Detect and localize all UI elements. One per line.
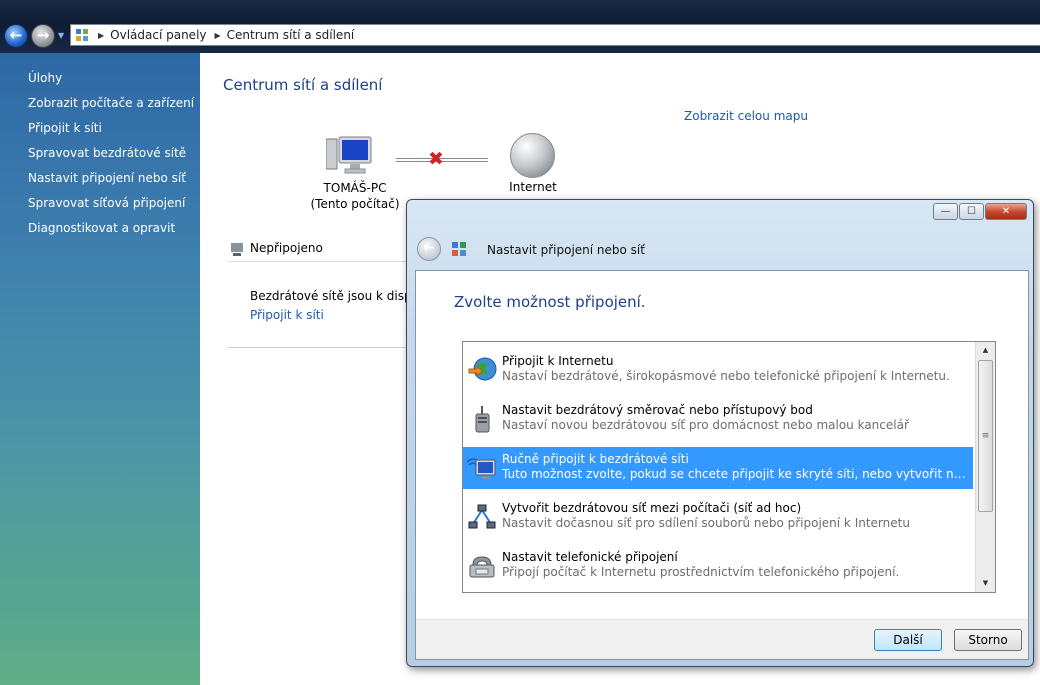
connection-options-list[interactable]: Připojit k Internetu Nastaví bezdrátové,… [462,341,996,593]
internet-globe-icon [510,133,555,178]
computer-name: TOMÁŠ-PC [323,181,387,195]
history-dropdown-icon[interactable]: ▼ [58,31,64,40]
option-title: Ručně připojit k bezdrátové síti [502,452,689,466]
option-dialup[interactable]: Nastavit telefonické připojení Připojí p… [463,545,973,587]
next-button[interactable]: Další [874,629,942,651]
task-manage-wireless[interactable]: Spravovat bezdrátové sítě [0,144,200,169]
phone-modem-icon [469,556,495,578]
breadcrumb-separator-icon[interactable]: ▶ [98,31,104,40]
network-status-icon [228,241,246,257]
wireless-monitor-icon [467,458,496,479]
dialog-back-button[interactable]: ← [417,237,441,261]
option-title: Nastavit bezdrátový směrovač nebo přístu… [502,403,813,417]
list-scrollbar[interactable]: ▲ ≡ ▼ [975,342,995,592]
address-bar[interactable]: ▶ Ovládací panely ▶ Centrum sítí a sdíle… [70,24,1040,46]
option-description: Tuto možnost zvolte, pokud se chcete při… [502,467,972,481]
computer-icon [326,136,372,174]
computer-label: TOMÁŠ-PC (Tento počítač) [300,180,410,212]
task-manage-connections[interactable]: Spravovat síťová připojení [0,194,200,219]
computer-subtitle: (Tento počítač) [310,197,400,211]
router-icon [475,406,490,433]
page-title: Centrum sítí a sdílení [223,76,383,94]
disconnected-x-icon[interactable]: ✖ [428,149,444,169]
control-panel-icon [74,27,90,43]
dialog-footer: Další Storno [416,619,1028,659]
scroll-down-icon[interactable]: ▼ [976,575,995,592]
setup-connection-dialog: — ☐ ✕ ← Nastavit připojení nebo síť Zvol… [406,199,1034,667]
task-pane: Úlohy Zobrazit počítače a zařízení Připo… [0,53,200,685]
task-view-computers[interactable]: Zobrazit počítače a zařízení [0,94,200,119]
close-button[interactable]: ✕ [985,203,1027,220]
task-connect-network[interactable]: Připojit k síti [0,119,200,144]
dialog-heading: Zvolte možnost připojení. [454,293,646,311]
option-title: Připojit k Internetu [502,354,614,368]
view-full-map-link[interactable]: Zobrazit celou mapu [684,109,808,123]
window-controls: — ☐ ✕ [932,203,1027,220]
option-connect-internet[interactable]: Připojit k Internetu Nastaví bezdrátové,… [463,349,973,391]
maximize-button[interactable]: ☐ [959,203,984,220]
back-button[interactable]: ← [4,24,28,48]
breadcrumb-control-panel[interactable]: Ovládací panely [110,28,206,42]
minimize-button[interactable]: — [933,203,958,220]
task-diagnose-repair[interactable]: Diagnostikovat a opravit [0,219,200,244]
option-adhoc-network[interactable]: Vytvořit bezdrátovou síť mezi počítači (… [463,496,973,538]
option-title: Vytvořit bezdrátovou síť mezi počítači (… [502,501,802,515]
cancel-button[interactable]: Storno [954,629,1022,651]
option-description: Nastavit dočasnou síť pro sdílení soubor… [502,516,910,530]
option-description: Připojí počítač k Internetu prostřednict… [502,565,900,579]
divider [228,347,408,348]
forward-button[interactable]: → [31,24,55,48]
address-toolbar: ← → ▼ ▶ Ovládací panely ▶ Centrum sítí a… [0,0,1040,53]
task-pane-heading: Úlohy [28,71,63,85]
option-setup-router[interactable]: Nastavit bezdrátový směrovač nebo přístu… [463,398,973,440]
internet-globe-icon [468,357,497,381]
connect-to-network-link[interactable]: Připojit k síti [250,308,324,322]
scroll-up-icon[interactable]: ▲ [976,342,995,359]
breadcrumb-separator-icon[interactable]: ▶ [215,31,221,40]
option-description: Nastaví bezdrátové, širokopásmové nebo t… [502,369,950,383]
task-setup-connection[interactable]: Nastavit připojení nebo síť [0,169,200,194]
scroll-thumb[interactable]: ≡ [978,360,993,512]
internet-label: Internet [509,180,557,194]
dialog-title: Nastavit připojení nebo síť [487,243,645,257]
option-title: Nastavit telefonické připojení [502,550,678,564]
breadcrumb-network-center[interactable]: Centrum sítí a sdílení [227,28,355,42]
network-status-text: Nepřipojeno [250,241,323,255]
adhoc-network-icon [468,504,496,529]
option-description: Nastaví novou bezdrátovou síť pro domácn… [502,418,909,432]
dialog-content: Zvolte možnost připojení. Připojit k Int… [415,270,1029,660]
option-manual-wireless[interactable]: Ručně připojit k bezdrátové síti Tuto mo… [463,447,973,489]
divider [228,261,408,262]
network-setup-icon [452,242,466,256]
